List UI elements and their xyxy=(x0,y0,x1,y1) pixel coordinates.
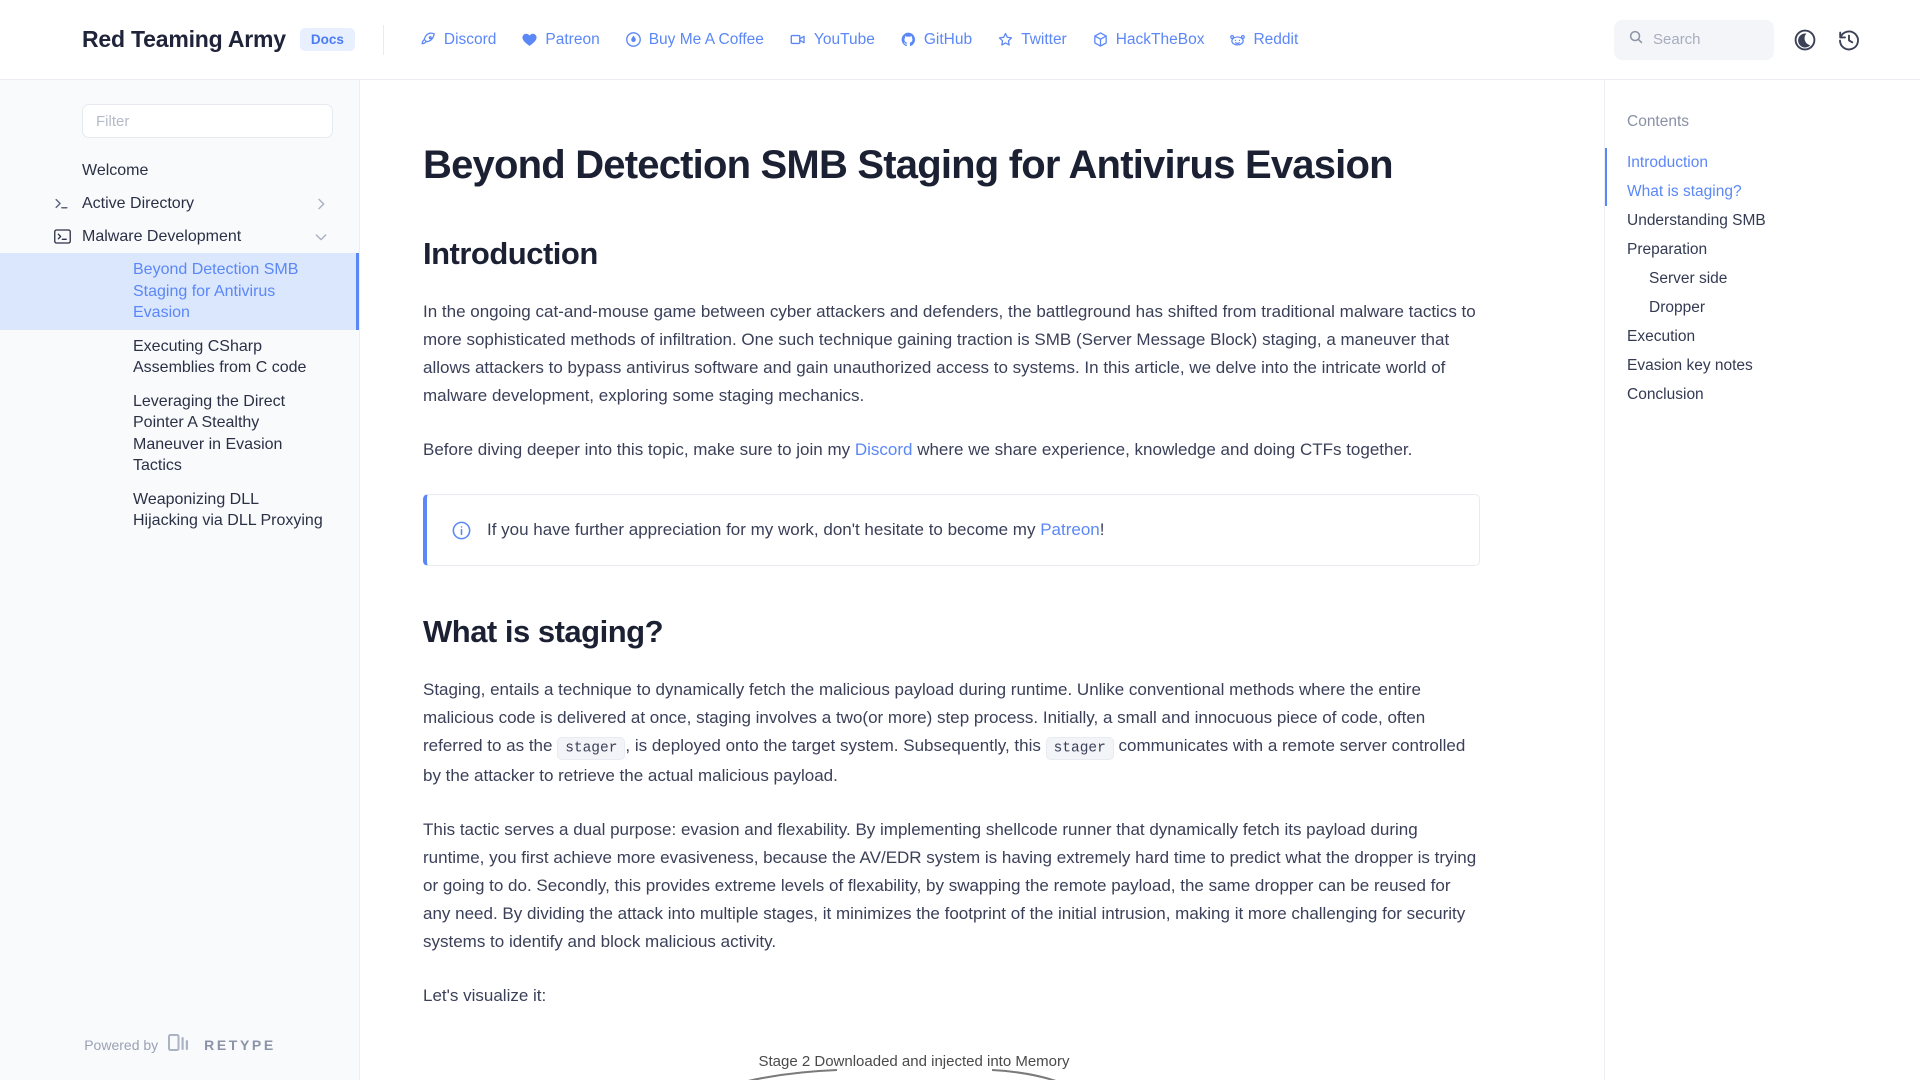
coffee-drop-icon xyxy=(625,31,642,48)
github-icon xyxy=(900,31,917,48)
search-icon xyxy=(1628,29,1644,50)
search-input[interactable] xyxy=(1653,31,1760,48)
toc-item-what-is-staging[interactable]: What is staging? xyxy=(1605,177,1920,206)
terminal-box-icon xyxy=(53,228,75,245)
toc-item-preparation[interactable]: Preparation xyxy=(1605,235,1920,264)
search-box[interactable] xyxy=(1614,19,1774,60)
intro-p2-text-after: where we share experience, knowledge and… xyxy=(912,440,1413,459)
nav-link-youtube[interactable]: YouTube xyxy=(789,31,875,49)
history-button[interactable] xyxy=(1836,27,1862,53)
chevron-right-icon[interactable] xyxy=(313,196,329,212)
reddit-icon xyxy=(1229,31,1246,48)
callout-text: If you have further appreciation for my … xyxy=(487,517,1104,543)
staging-paragraph-2: This tactic serves a dual purpose: evasi… xyxy=(423,820,1477,951)
sidebar-item-label: Welcome xyxy=(82,162,149,179)
nav-link-label: Discord xyxy=(443,30,497,48)
nav-link-buy-me-a-coffee[interactable]: Buy Me A Coffee xyxy=(625,31,764,49)
toc-item-dropper[interactable]: Dropper xyxy=(1605,293,1920,322)
sidebar-subitem-weaponizing-dll-hijacking[interactable]: Weaponizing DLL Hijacking via DLL Proxyi… xyxy=(0,483,359,538)
toc-item-conclusion[interactable]: Conclusion xyxy=(1605,380,1920,409)
table-of-contents: Contents Introduction What is staging? U… xyxy=(1604,80,1920,1080)
nav-link-reddit[interactable]: Reddit xyxy=(1229,31,1298,49)
article-body: Beyond Detection SMB Staging for Antivir… xyxy=(360,80,1540,1080)
toc-active-indicator xyxy=(1605,148,1607,206)
discord-inline-link[interactable]: Discord xyxy=(855,440,913,459)
header-nav-links: Discord Patreon Buy Me A Coffee YouTube … xyxy=(420,31,1298,49)
intro-paragraph-1: In the ongoing cat-and-mouse game betwee… xyxy=(423,302,1476,405)
sidebar-nav-tree: Welcome Active Directory Malware Develop… xyxy=(0,154,359,538)
theme-toggle-button[interactable] xyxy=(1792,27,1818,53)
main-content-area: Beyond Detection SMB Staging for Antivir… xyxy=(360,80,1604,1080)
chevron-down-icon[interactable] xyxy=(313,229,329,245)
sidebar-footer[interactable]: Powered by RETYPE xyxy=(0,1033,359,1057)
nav-link-label: Twitter xyxy=(1021,30,1067,48)
callout-text-after: ! xyxy=(1099,520,1105,539)
header-right-tools xyxy=(1614,19,1920,60)
terminal-prompt-icon xyxy=(53,195,75,212)
left-sidebar: Welcome Active Directory M xyxy=(0,80,360,1080)
toc-title: Contents xyxy=(1627,113,1690,130)
info-callout: If you have further appreciation for my … xyxy=(423,494,1480,566)
sidebar-item-welcome[interactable]: Welcome xyxy=(0,154,359,187)
patreon-inline-link[interactable]: Patreon xyxy=(1040,520,1100,539)
sidebar-subitem-leveraging-direct-pointer[interactable]: Leveraging the Direct Pointer A Stealthy… xyxy=(0,385,359,483)
intro-paragraph-2: Before diving deeper into this topic, ma… xyxy=(423,436,1480,464)
nav-link-patreon[interactable]: Patreon xyxy=(521,30,600,49)
staging-p1-part-b: , is deployed onto the target system. Su… xyxy=(625,736,1046,755)
sidebar-item-malware-development[interactable]: Malware Development xyxy=(0,220,359,253)
sidebar-item-label: Malware Development xyxy=(82,228,242,245)
heading-what-is-staging: What is staging? xyxy=(423,614,664,649)
toc-item-execution[interactable]: Execution xyxy=(1605,322,1920,351)
sidebar-subitem-executing-csharp-assemblies[interactable]: Executing CSharp Assemblies from C code xyxy=(0,330,359,385)
nav-link-label: YouTube xyxy=(813,30,875,48)
toc-item-introduction[interactable]: Introduction xyxy=(1605,148,1920,177)
nav-link-label: Buy Me A Coffee xyxy=(648,30,764,48)
nav-link-github[interactable]: GitHub xyxy=(900,31,972,49)
nav-link-twitter[interactable]: Twitter xyxy=(997,31,1067,49)
header-divider xyxy=(382,24,384,55)
retype-wordmark: RETYPE xyxy=(204,1037,276,1053)
docs-badge[interactable]: Docs xyxy=(299,28,355,51)
toc-item-understanding-smb[interactable]: Understanding SMB xyxy=(1605,206,1920,235)
top-header: Red Teaming Army Docs Discord Patreon Bu… xyxy=(0,0,1920,80)
brand-area: Red Teaming Army Docs xyxy=(0,26,355,53)
nav-link-label: Reddit xyxy=(1253,30,1299,48)
toc-list: Introduction What is staging? Understand… xyxy=(1605,148,1920,409)
staging-diagram-svg: Stage 2 Downloaded and injected into Mem… xyxy=(747,1053,1070,1080)
nav-link-hackthebox[interactable]: HackTheBox xyxy=(1092,30,1205,49)
heart-icon xyxy=(521,31,538,48)
staging-paragraph-1: Staging, entails a technique to dynamica… xyxy=(423,676,1480,790)
video-camera-icon xyxy=(789,31,807,48)
staging-diagram: Stage 2 Downloaded and injected into Mem… xyxy=(423,1040,1480,1080)
page-title: Beyond Detection SMB Staging for Antivir… xyxy=(423,143,1394,187)
intro-p2-text-before: Before diving deeper into this topic, ma… xyxy=(423,440,855,459)
nav-link-label: GitHub xyxy=(923,30,973,48)
toc-item-evasion-key-notes[interactable]: Evasion key notes xyxy=(1605,351,1920,380)
toc-item-server-side[interactable]: Server side xyxy=(1605,264,1920,293)
brand-title: Red Teaming Army xyxy=(82,26,286,52)
cube-icon xyxy=(1092,31,1109,48)
sidebar-item-active-directory[interactable]: Active Directory xyxy=(0,187,359,220)
visualize-lead-in: Let's visualize it: xyxy=(423,986,547,1005)
nav-link-discord[interactable]: Discord xyxy=(420,30,497,49)
retype-logo-icon xyxy=(168,1033,194,1057)
inline-code-stager-2: stager xyxy=(1045,736,1114,760)
diagram-label-top: Stage 2 Downloaded and injected into Mem… xyxy=(758,1053,1070,1070)
sidebar-item-label: Active Directory xyxy=(82,195,195,212)
info-circle-icon xyxy=(451,520,472,541)
sidebar-subitem-beyond-detection-smb-staging[interactable]: Beyond Detection SMB Staging for Antivir… xyxy=(0,253,359,330)
sidebar-filter-input[interactable] xyxy=(82,104,333,138)
star-icon xyxy=(997,31,1014,48)
nav-link-label: HackTheBox xyxy=(1115,30,1205,48)
inline-code-stager-1: stager xyxy=(557,736,626,760)
callout-text-before: If you have further appreciation for my … xyxy=(487,520,1041,539)
rocket-icon xyxy=(420,31,437,48)
nav-link-label: Patreon xyxy=(545,30,600,48)
heading-introduction: Introduction xyxy=(423,236,598,271)
powered-by-label: Powered by xyxy=(84,1037,159,1053)
